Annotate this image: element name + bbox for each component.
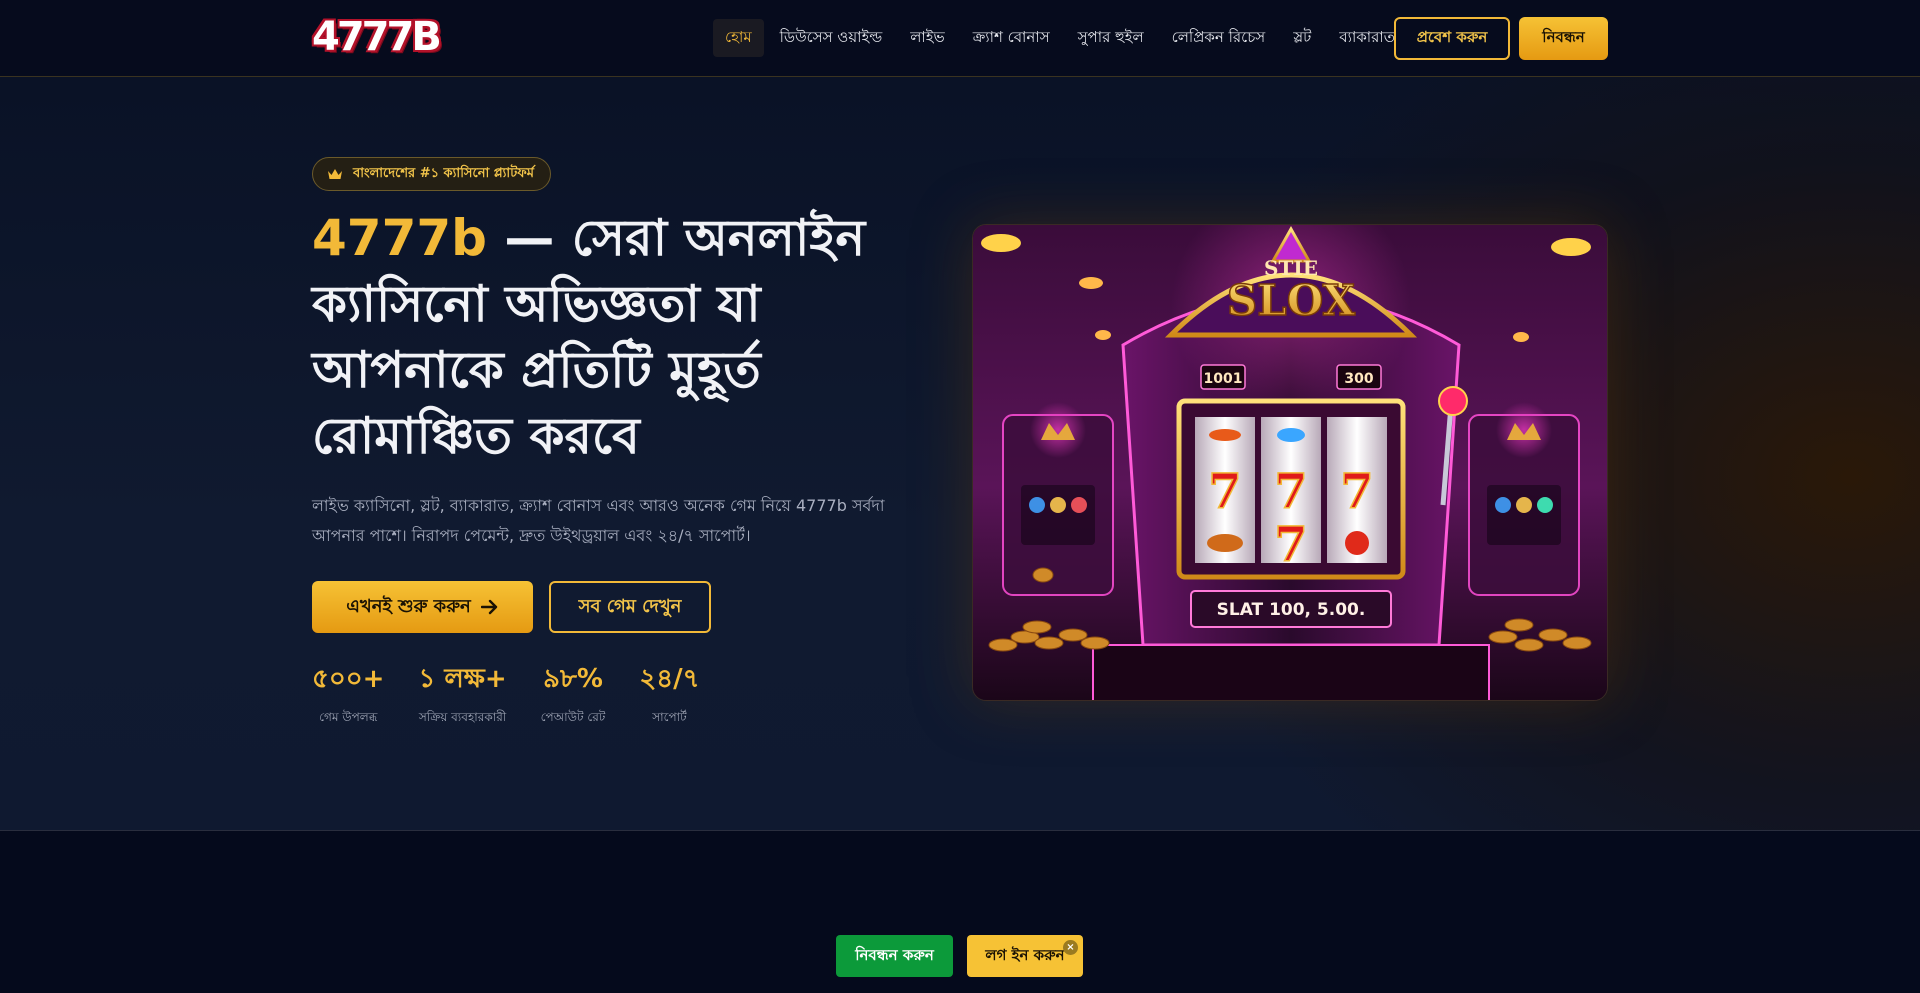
stat-value: ৯৮% [543,664,603,694]
crown-icon [328,169,342,179]
start-now-button[interactable]: এখনই শুরু করুন [312,581,533,633]
svg-text:7: 7 [1274,517,1307,573]
site-header: 4777B হোম ডিউসেস ওয়াইল্ড লাইভ ক্র্যাশ ব… [0,0,1920,77]
main-nav: হোম ডিউসেস ওয়াইল্ড লাইভ ক্র্যাশ বোনাস স… [713,19,1411,57]
slot-machine-image: STIE SLOX 1001 300 7 7 7 7 SLAT 100, 5.0… [972,224,1608,701]
slot-machine-illustration: STIE SLOX 1001 300 7 7 7 7 SLAT 100, 5.0… [973,225,1607,700]
stat-users: ১ লক্ষ+ সক্রিয় ব্যবহারকারী [418,661,506,729]
stat-value: ২৪/৭ [639,664,700,694]
floating-register-button[interactable]: নিবন্ধন করুন [836,935,953,977]
svg-text:7: 7 [1208,464,1241,520]
stat-payout: ৯৮% পেআউট রেট [541,661,606,729]
stat-value: ৫০০+ [312,664,385,694]
start-now-label: এখনই শুরু করুন [346,595,471,617]
nav-item-leprechaun-riches[interactable]: লেপ্রিকন রিচেস [1160,19,1278,57]
slot-counter-left: 1001 [1204,371,1243,387]
arrow-right-icon [480,599,497,615]
close-icon[interactable]: × [1063,940,1078,955]
hero-stats: ৫০০+ গেম উপলব্ধ ১ লক্ষ+ সক্রিয় ব্যবহারক… [312,661,734,729]
login-button[interactable]: প্রবেশ করুন [1394,17,1510,60]
hero-title-brand: 4777b [312,209,487,267]
floating-action-bar: নিবন্ধন করুন লগ ইন করুন × [836,935,1083,977]
nav-item-home[interactable]: হোম [713,19,764,57]
stat-support: ২৪/৭ সাপোর্ট [639,661,699,729]
slot-plate-text: SLAT 100, 5.00. [1217,600,1366,620]
register-button[interactable]: নিবন্ধন [1519,17,1608,60]
hero-section: বাংলাদেশের #১ ক্যাসিনো প্ল্যাটফর্ম 4777b… [0,77,1920,831]
stat-value: ১ লক্ষ+ [418,664,507,694]
floating-login-button[interactable]: লগ ইন করুন × [967,935,1083,977]
hero-subtitle: লাইভ ক্যাসিনো, স্লট, ব্যাকারাত, ক্র্যাশ … [312,496,885,545]
slot-counter-right: 300 [1344,371,1373,387]
stat-label: পেআউট রেট [540,710,606,724]
hero-badge: বাংলাদেশের #১ ক্যাসিনো প্ল্যাটফর্ম [312,157,551,191]
stat-games: ৫০০+ গেম উপলব্ধ [312,661,384,729]
stat-label: গেম উপলব্ধ [319,710,378,724]
nav-item-deuces-wild[interactable]: ডিউসেস ওয়াইল্ড [768,19,895,57]
nav-item-super-wheel[interactable]: সুপার হুইল [1066,19,1156,57]
nav-item-live[interactable]: লাইভ [898,19,957,57]
hero-title: 4777b — সেরা অনলাইন ক্যাসিনো অভিজ্ঞতা যা… [312,205,932,469]
stat-label: সাপোর্ট [652,710,687,724]
view-all-games-button[interactable]: সব গেম দেখুন [549,581,711,633]
hero-badge-text: বাংলাদেশের #১ ক্যাসিনো প্ল্যাটফর্ম [353,165,534,181]
svg-text:7: 7 [1340,464,1373,520]
site-logo[interactable]: 4777B [312,14,442,60]
floating-login-label: লগ ইন করুন [985,945,1065,964]
svg-text:7: 7 [1274,464,1307,520]
slot-brand-text: SLOX [1227,276,1356,325]
stat-label: সক্রিয় ব্যবহারকারী [418,710,507,724]
nav-item-slot[interactable]: স্লট [1281,19,1323,57]
nav-item-crash-bonus[interactable]: ক্র্যাশ বোনাস [961,19,1062,57]
